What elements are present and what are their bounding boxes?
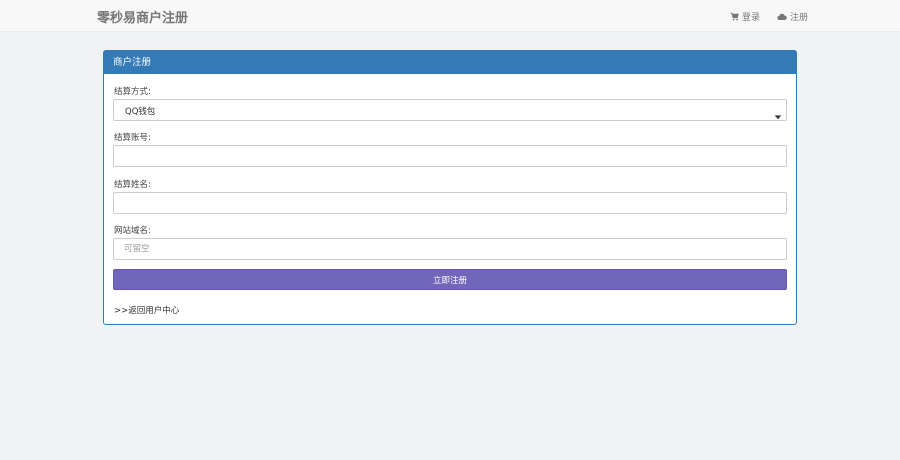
brand-title[interactable]: 零秒易商户注册 — [97, 7, 188, 26]
caret-down-icon — [774, 106, 782, 120]
settlement-name-label: 结算姓名: — [114, 180, 151, 190]
settlement-method-select[interactable]: QQ钱包 — [113, 99, 787, 121]
settlement-account-input[interactable] — [113, 145, 787, 167]
login-link[interactable]: 登录 — [730, 10, 760, 23]
settlement-method-value: QQ钱包 — [125, 107, 156, 117]
settlement-account-label: 结算账号: — [114, 133, 151, 143]
panel-title: 商户注册 — [104, 51, 796, 74]
register-submit-button[interactable]: 立即注册 — [113, 269, 787, 290]
back-to-user-center-link[interactable]: >>返回用户中心 — [114, 304, 179, 316]
cloud-icon — [777, 13, 787, 21]
register-link[interactable]: 注册 — [777, 10, 808, 23]
login-label: 登录 — [742, 13, 761, 23]
cart-icon — [730, 12, 739, 21]
settlement-name-input[interactable] — [113, 192, 787, 214]
website-domain-label: 网站域名: — [114, 226, 151, 236]
register-label: 注册 — [790, 13, 809, 23]
register-panel: 商户注册 结算方式: QQ钱包 结算账号: 结算姓名: 网站域名: 立即注册 >… — [103, 50, 797, 325]
settlement-method-label: 结算方式: — [114, 87, 151, 97]
navbar: 零秒易商户注册 登录 注册 — [0, 0, 900, 32]
website-domain-input[interactable] — [113, 238, 787, 260]
